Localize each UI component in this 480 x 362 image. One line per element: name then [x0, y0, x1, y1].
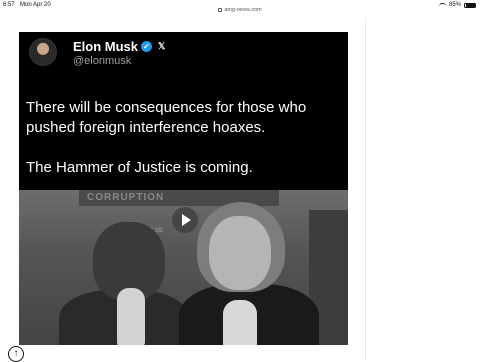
- post-paragraph: There will be consequences for those who…: [26, 99, 307, 136]
- status-bar: 6:57 Mon Apr 20 amg-news.com 85%: [0, 0, 480, 13]
- battery-percent: 85%: [448, 2, 461, 8]
- address-text: amg-news.com: [224, 7, 262, 13]
- post-paragraph: The Hammer of Justice is coming.: [26, 159, 253, 176]
- lock-icon: [218, 7, 223, 12]
- avatar[interactable]: [29, 38, 57, 66]
- embedded-post[interactable]: Elon Musk ✓ 𝕏 @elonmusk There will be co…: [19, 32, 348, 345]
- verified-badge-icon: ✓: [141, 41, 153, 52]
- video-figure: [117, 288, 145, 345]
- address-bar[interactable]: amg-news.com: [0, 7, 480, 13]
- x-logo-icon[interactable]: 𝕏: [158, 41, 165, 52]
- wifi-icon: [438, 2, 446, 8]
- video-player[interactable]: CORRUPTION UBLIC SE: [19, 190, 348, 345]
- post-text: There will be consequences for those who…: [26, 98, 341, 178]
- page-content: Elon Musk ✓ 𝕏 @elonmusk There will be co…: [0, 18, 366, 360]
- video-figure: [209, 216, 271, 290]
- battery-icon: [464, 2, 476, 8]
- author-row: Elon Musk ✓ 𝕏: [73, 39, 165, 54]
- play-button-icon[interactable]: [172, 207, 198, 233]
- video-figure: [223, 300, 257, 345]
- author-handle[interactable]: @elonmusk: [73, 55, 131, 67]
- author-name[interactable]: Elon Musk: [73, 39, 138, 54]
- status-indicators: 85%: [438, 2, 476, 8]
